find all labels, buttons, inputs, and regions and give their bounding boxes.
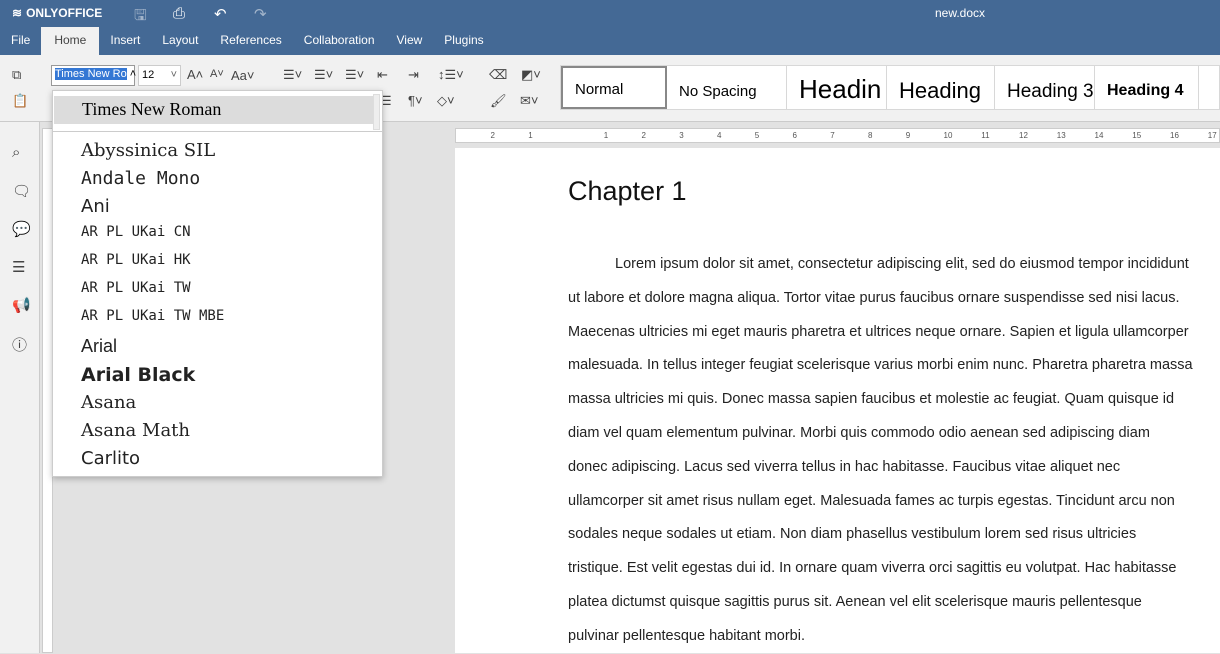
font-option[interactable]: AR PL UKai CN [81, 224, 191, 240]
bullets-icon[interactable]: ☰˅ [283, 67, 302, 83]
shading-icon[interactable]: ◇˅ [437, 93, 455, 109]
tab-file[interactable]: File [0, 27, 41, 55]
font-option[interactable]: Arial [81, 336, 117, 357]
style-gallery: Normal No Spacing Headin Heading Heading… [560, 65, 1220, 110]
app-logo: ≋ ONLYOFFICE [12, 6, 103, 20]
ruler-tick-label: 8 [868, 131, 873, 140]
decrease-indent-icon[interactable]: ⇤ [377, 67, 388, 83]
menu-tabs: File Home Insert Layout References Colla… [0, 27, 1220, 55]
style-heading-1[interactable]: Headin [787, 66, 887, 109]
feedback-icon[interactable]: 📢 [12, 296, 31, 314]
font-option[interactable]: Abyssinica SIL [81, 140, 215, 161]
document-title: new.docx [935, 6, 986, 20]
scrollbar[interactable] [373, 94, 380, 130]
numbering-icon[interactable]: ☰˅ [314, 67, 333, 83]
line-spacing-icon[interactable]: ↕☰˅ [438, 67, 464, 83]
tab-plugins[interactable]: Plugins [433, 27, 494, 55]
decrease-font-icon[interactable]: A˅ [210, 68, 224, 80]
font-option[interactable]: Ani [81, 196, 110, 217]
font-option[interactable]: Asana Math [81, 420, 190, 441]
font-option[interactable]: Carlito [81, 448, 140, 469]
tab-references[interactable]: References [209, 27, 292, 55]
paragraph-marks-icon[interactable]: ¶˅ [408, 93, 423, 108]
copy-style-icon[interactable]: 🖌 [490, 93, 507, 109]
ruler-tick-label: 2 [490, 131, 495, 140]
tab-collaboration[interactable]: Collaboration [293, 27, 386, 55]
layers-icon: ≋ [12, 6, 23, 20]
style-heading-3[interactable]: Heading 3 [995, 66, 1095, 109]
horizontal-ruler[interactable]: 2 1 1 2 3 4 5 6 7 8 9 10 11 12 13 14 15 16 17 [455, 128, 1220, 143]
style-heading-4[interactable]: Heading 4 [1095, 66, 1199, 109]
document-page[interactable]: Chapter 1 Lorem ipsum dolor sit amet, co… [455, 148, 1220, 653]
ruler-tick-label: 2 [641, 131, 646, 140]
tab-insert[interactable]: Insert [99, 27, 151, 55]
font-dropdown: Times New Roman Abyssinica SIL Andale Mon… [52, 90, 383, 477]
copy-icon[interactable]: ⧉ [12, 67, 21, 83]
divider [53, 131, 383, 132]
font-name-input[interactable]: Times New Ro ˄ [51, 65, 136, 86]
ruler-tick-label: 3 [679, 131, 684, 140]
ruler-tick-label: 13 [1056, 131, 1066, 140]
font-option[interactable]: AR PL UKai TW MBE [81, 308, 224, 324]
left-sidebar: ⌕ 🗨 💬 ☰ 📢 ⓘ [0, 122, 40, 653]
font-option[interactable]: AR PL UKai HK [81, 252, 191, 268]
ruler-tick-label: 15 [1132, 131, 1142, 140]
ruler-tick-label: 5 [754, 131, 760, 140]
ruler-tick-label: 9 [905, 131, 911, 140]
ruler-tick-label: 14 [1094, 131, 1104, 140]
tab-layout[interactable]: Layout [151, 27, 209, 55]
title-bar: ≋ ONLYOFFICE 🖫 ⎙ ↶ ↷ new.docx [0, 0, 1220, 27]
increase-indent-icon[interactable]: ⇥ [408, 67, 419, 83]
chat-icon[interactable]: 💬 [12, 220, 31, 238]
document-paragraph: Lorem ipsum dolor sit amet, consectetur … [568, 256, 1193, 644]
ruler-tick-label: 1 [603, 131, 609, 140]
ruler-tick-label: 7 [830, 131, 835, 140]
increase-font-icon[interactable]: A˄ [187, 67, 203, 82]
ruler-tick-label: 10 [943, 131, 953, 140]
ruler-tick-label: 1 [528, 131, 533, 140]
redo-icon[interactable]: ↷ [254, 5, 267, 23]
font-option[interactable]: Asana [81, 392, 136, 413]
ruler-tick-label: 17 [1207, 131, 1217, 140]
tab-view[interactable]: View [386, 27, 434, 55]
ruler-tick-label: 11 [981, 131, 990, 140]
ruler-tick-label: 12 [1019, 131, 1028, 140]
print-icon[interactable]: ⎙ [173, 5, 185, 22]
clear-style-icon[interactable]: ⌫ [489, 67, 507, 83]
style-no-spacing[interactable]: No Spacing [667, 66, 787, 109]
paste-icon[interactable]: 📋 [12, 93, 28, 109]
font-option[interactable]: Arial Black [81, 364, 195, 386]
ruler-tick-label: 6 [792, 131, 797, 140]
undo-icon[interactable]: ↶ [214, 5, 227, 23]
multilevel-list-icon[interactable]: ☰˅ [345, 67, 364, 83]
search-icon[interactable]: ⌕ [12, 144, 20, 161]
font-option[interactable]: AR PL UKai TW [81, 280, 191, 296]
font-option-selected[interactable]: Times New Roman [54, 96, 374, 124]
navigation-icon[interactable]: ☰ [12, 258, 25, 276]
mail-merge-icon[interactable]: ✉˅ [520, 93, 538, 109]
color-scheme-icon[interactable]: ◩˅ [521, 67, 541, 83]
font-option[interactable]: Andale Mono [81, 168, 200, 189]
style-normal[interactable]: Normal [561, 66, 667, 109]
ruler-tick-label: 4 [717, 131, 722, 140]
ruler-tick-label: 16 [1170, 131, 1179, 140]
document-heading: Chapter 1 [568, 176, 687, 206]
info-icon[interactable]: ⓘ [12, 334, 27, 355]
change-case-icon[interactable]: Aa˅ [231, 68, 255, 83]
comments-icon[interactable]: 🗨 [12, 182, 31, 200]
tab-home[interactable]: Home [41, 27, 100, 55]
style-heading-2[interactable]: Heading [887, 66, 995, 109]
font-size-input[interactable]: 12 ˅ [138, 65, 181, 86]
